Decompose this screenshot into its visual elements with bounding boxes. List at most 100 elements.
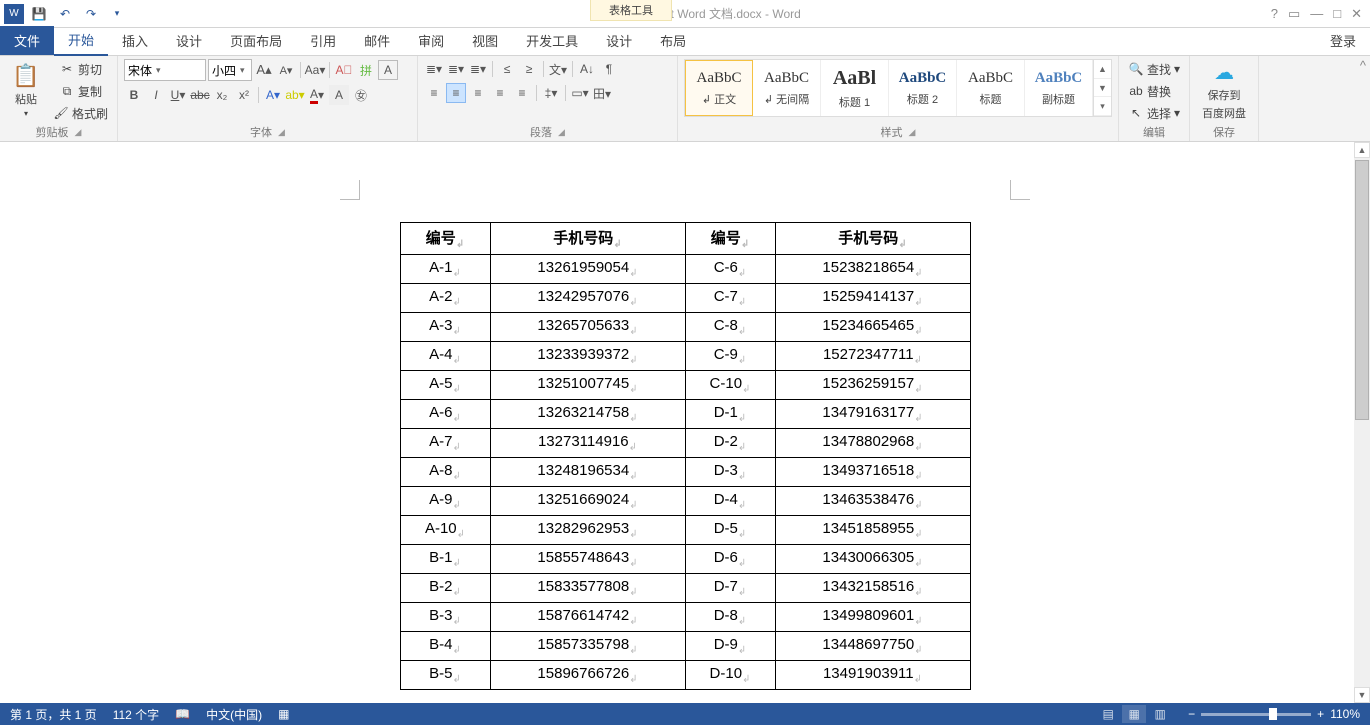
- redo-icon[interactable]: ↷: [80, 3, 102, 25]
- bullets-icon[interactable]: ≣▾: [424, 59, 444, 79]
- table-header[interactable]: 手机号码↲: [775, 223, 970, 255]
- table-cell[interactable]: 13448697750↲: [775, 632, 970, 661]
- borders-icon[interactable]: 田▾: [592, 83, 612, 103]
- macro-icon[interactable]: ▦: [278, 707, 289, 721]
- scroll-track[interactable]: [1354, 158, 1370, 687]
- table-cell[interactable]: A-7↲: [400, 429, 490, 458]
- table-cell[interactable]: C-8↲: [685, 313, 775, 342]
- table-row[interactable]: B-2↲15833577808↲D-7↲13432158516↲: [400, 574, 970, 603]
- table-cell[interactable]: B-5↲: [400, 661, 490, 690]
- table-cell[interactable]: 15896766726↲: [490, 661, 685, 690]
- print-layout-icon[interactable]: ▦: [1122, 705, 1146, 723]
- style-nospacing[interactable]: AaBbC↲ 无间隔: [753, 60, 821, 116]
- enclose-char-icon[interactable]: ㊛: [351, 85, 371, 105]
- clear-format-icon[interactable]: A⃠: [334, 60, 354, 80]
- italic-icon[interactable]: I: [146, 85, 166, 105]
- char-shading-icon[interactable]: A: [329, 85, 349, 105]
- tab-table-design[interactable]: 设计: [592, 26, 646, 55]
- save-icon[interactable]: 💾: [28, 3, 50, 25]
- bold-icon[interactable]: B: [124, 85, 144, 105]
- tab-file[interactable]: 文件: [0, 26, 54, 55]
- style-title[interactable]: AaBbC标题: [957, 60, 1025, 116]
- undo-icon[interactable]: ↶: [54, 3, 76, 25]
- underline-icon[interactable]: U▾: [168, 85, 188, 105]
- table-row[interactable]: A-3↲13265705633↲C-8↲15234665465↲: [400, 313, 970, 342]
- paste-button[interactable]: 📋 粘贴 ▾: [6, 59, 46, 121]
- grow-font-icon[interactable]: A▴: [254, 60, 274, 80]
- table-cell[interactable]: 13263214758↲: [490, 400, 685, 429]
- page[interactable]: 编号↲手机号码↲编号↲手机号码↲ A-1↲13261959054↲C-6↲152…: [250, 152, 1120, 703]
- scroll-down-icon[interactable]: ▼: [1354, 687, 1370, 703]
- table-cell[interactable]: 15234665465↲: [775, 313, 970, 342]
- zoom-level[interactable]: 110%: [1330, 707, 1360, 721]
- table-cell[interactable]: 15259414137↲: [775, 284, 970, 313]
- clipboard-launcher-icon[interactable]: ◢: [75, 127, 82, 138]
- table-cell[interactable]: A-6↲: [400, 400, 490, 429]
- subscript-icon[interactable]: x₂: [212, 85, 232, 105]
- table-cell[interactable]: A-8↲: [400, 458, 490, 487]
- font-name-select[interactable]: 宋体▾: [124, 59, 206, 81]
- select-button[interactable]: ↖选择 ▾: [1125, 103, 1183, 123]
- table-row[interactable]: B-3↲15876614742↲D-8↲13499809601↲: [400, 603, 970, 632]
- zoom-slider[interactable]: [1201, 713, 1311, 716]
- format-painter-button[interactable]: 🖌格式刷: [50, 103, 111, 123]
- char-border-icon[interactable]: A: [378, 60, 398, 80]
- table-cell[interactable]: 15272347711↲: [775, 342, 970, 371]
- show-marks-icon[interactable]: ¶: [599, 59, 619, 79]
- table-cell[interactable]: 13451858955↲: [775, 516, 970, 545]
- collapse-ribbon-icon[interactable]: ^: [1360, 58, 1366, 73]
- sort-icon[interactable]: A↓: [577, 59, 597, 79]
- language-indicator[interactable]: 中文(中国): [206, 706, 262, 723]
- table-cell[interactable]: 13493716518↲: [775, 458, 970, 487]
- line-spacing-icon[interactable]: ‡▾: [541, 83, 561, 103]
- styles-down-icon[interactable]: ▼: [1094, 79, 1111, 98]
- zoom-thumb[interactable]: [1269, 708, 1277, 720]
- table-cell[interactable]: D-4↲: [685, 487, 775, 516]
- table-cell[interactable]: 13432158516↲: [775, 574, 970, 603]
- tab-mail[interactable]: 邮件: [350, 26, 404, 55]
- tab-layout[interactable]: 页面布局: [216, 26, 296, 55]
- table-cell[interactable]: C-9↲: [685, 342, 775, 371]
- table-header[interactable]: 编号↲: [685, 223, 775, 255]
- phonetic-guide-icon[interactable]: 拼: [356, 60, 376, 80]
- table-cell[interactable]: D-6↲: [685, 545, 775, 574]
- table-cell[interactable]: D-5↲: [685, 516, 775, 545]
- table-cell[interactable]: A-1↲: [400, 255, 490, 284]
- login-link[interactable]: 登录: [1316, 26, 1370, 55]
- table-cell[interactable]: D-2↲: [685, 429, 775, 458]
- table-cell[interactable]: 15876614742↲: [490, 603, 685, 632]
- table-cell[interactable]: D-1↲: [685, 400, 775, 429]
- styles-launcher-icon[interactable]: ◢: [909, 127, 916, 138]
- table-cell[interactable]: 13265705633↲: [490, 313, 685, 342]
- table-cell[interactable]: A-4↲: [400, 342, 490, 371]
- numbering-icon[interactable]: ≣▾: [446, 59, 466, 79]
- multilevel-icon[interactable]: ≣▾: [468, 59, 488, 79]
- table-cell[interactable]: C-7↲: [685, 284, 775, 313]
- save-to-cloud-button[interactable]: ☁ 保存到 百度网盘: [1196, 59, 1252, 121]
- table-cell[interactable]: 13251007745↲: [490, 371, 685, 400]
- page-indicator[interactable]: 第 1 页，共 1 页: [10, 706, 97, 723]
- table-cell[interactable]: 15236259157↲: [775, 371, 970, 400]
- decrease-indent-icon[interactable]: ≤: [497, 59, 517, 79]
- table-header[interactable]: 编号↲: [400, 223, 490, 255]
- table-cell[interactable]: 13233939372↲: [490, 342, 685, 371]
- cut-button[interactable]: ✂剪切: [56, 59, 105, 79]
- justify-icon[interactable]: ≡: [490, 83, 510, 103]
- table-cell[interactable]: A-3↲: [400, 313, 490, 342]
- table-cell[interactable]: 13491903911↲: [775, 661, 970, 690]
- read-mode-icon[interactable]: ▤: [1096, 705, 1120, 723]
- table-cell[interactable]: B-1↲: [400, 545, 490, 574]
- style-normal[interactable]: AaBbC↲ 正文: [685, 60, 753, 116]
- strikethrough-icon[interactable]: abc: [190, 85, 210, 105]
- table-cell[interactable]: A-9↲: [400, 487, 490, 516]
- table-cell[interactable]: D-8↲: [685, 603, 775, 632]
- table-cell[interactable]: D-9↲: [685, 632, 775, 661]
- tab-view[interactable]: 视图: [458, 26, 512, 55]
- table-cell[interactable]: C-6↲: [685, 255, 775, 284]
- tab-table-layout[interactable]: 布局: [646, 26, 700, 55]
- replace-button[interactable]: ab替换: [1125, 81, 1174, 101]
- vertical-scrollbar[interactable]: ▲ ▼: [1354, 142, 1370, 703]
- style-heading1[interactable]: AaBl标题 1: [821, 60, 889, 116]
- table-row[interactable]: A-10↲13282962953↲D-5↲13451858955↲: [400, 516, 970, 545]
- word-count[interactable]: 112 个字: [113, 706, 159, 723]
